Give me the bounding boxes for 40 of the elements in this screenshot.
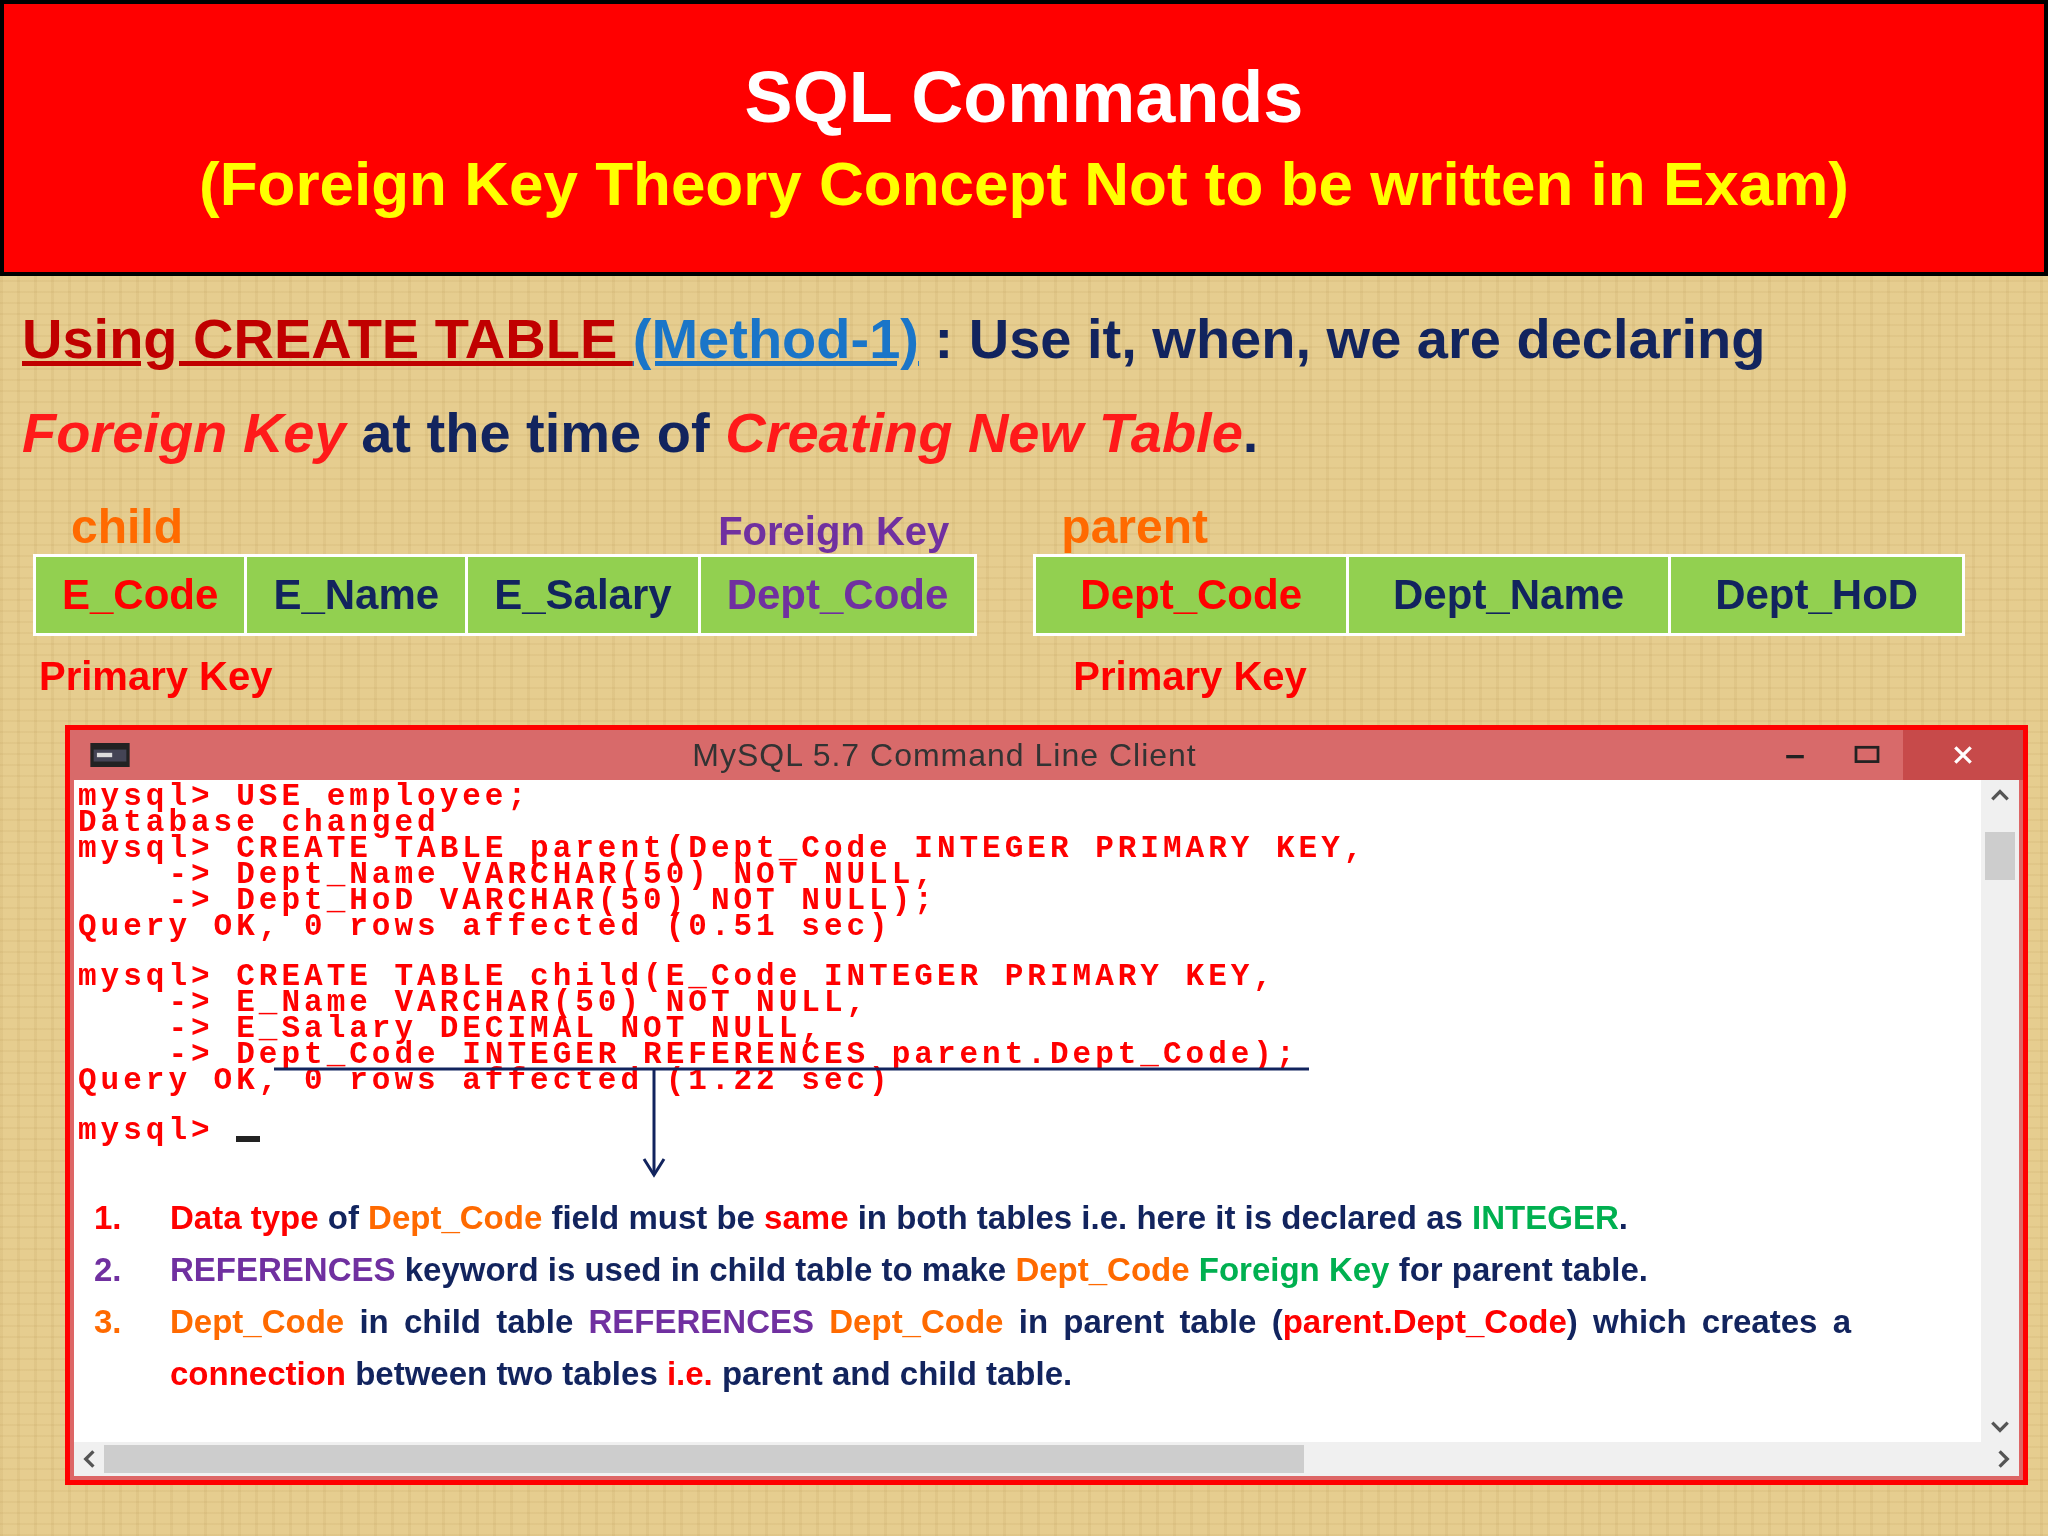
scroll-left-icon[interactable] <box>82 1448 96 1470</box>
table-cell: Dept_Code <box>1036 557 1347 633</box>
note-number: 1. <box>94 1198 123 1238</box>
foreign-key-label: Foreign Key <box>718 509 950 554</box>
note-text: Data type of Dept_Code field must be same in both tables i.e. here it is declared as INTEGER. <box>170 1198 1628 1238</box>
note-number: 3. <box>94 1302 123 1342</box>
table-label: child <box>71 499 183 554</box>
close-icon[interactable] <box>1952 744 1974 766</box>
window-title: MySQL 5.7 Command Line Client <box>691 736 1198 774</box>
table-label: parent <box>1061 499 1209 554</box>
maximize-icon[interactable] <box>1853 744 1881 766</box>
primary-key-label: Primary Key <box>38 653 274 699</box>
intro-sentence: Using CREATE TABLE (Method-1) : Use it, when, we are declaring <box>22 306 1767 372</box>
scroll-right-icon[interactable] <box>1997 1448 2011 1470</box>
console-line: mysql> <box>78 1118 214 1144</box>
slide-title: SQL Commands <box>744 58 1304 138</box>
console-line: mysql> CREATE TABLE child(E_Code INTEGER PRIMARY KEY, <box>78 964 1277 990</box>
slide-subtitle: (Foreign Key Theory Concept Not to be written in Exam) <box>199 149 1849 218</box>
table-cell: E_Code <box>36 557 245 633</box>
console-line: -> Dept_Name VARCHAR(50) NOT NULL, <box>168 862 938 888</box>
note-number: 2. <box>94 1250 123 1290</box>
note-text: REFERENCES keyword is used in child table to make Dept_Code Foreign Key for parent table. <box>170 1250 1648 1290</box>
scroll-up-icon[interactable] <box>1989 788 2011 802</box>
note-text: Dept_Code in child table REFERENCES Dept_Code in parent table (parent.Dept_Code) which creates a connection between two tables i.e. parent and child table. <box>170 1302 1851 1394</box>
table-cell: Dept_HoD <box>1671 557 1963 633</box>
scroll-thumb[interactable] <box>104 1445 1304 1473</box>
console-icon <box>90 743 130 767</box>
vertical-scrollbar[interactable] <box>1981 780 2019 1442</box>
intro-sentence: Foreign Key at the time of Creating New Table. <box>22 400 1260 466</box>
console-line: -> E_Salary DECIMAL NOT NULL, <box>167 1016 824 1042</box>
table-cell: Dept_Code <box>700 557 975 633</box>
scroll-down-icon[interactable] <box>1989 1420 2011 1434</box>
scroll-thumb[interactable] <box>1985 832 2015 880</box>
close-button[interactable] <box>1903 730 2023 780</box>
table-cell: E_Salary <box>468 557 698 633</box>
table-cell: Dept_Name <box>1349 557 1669 633</box>
horizontal-scrollbar[interactable] <box>74 1442 2019 1476</box>
primary-key-label: Primary Key <box>1072 653 1308 699</box>
cursor-icon <box>235 1136 260 1142</box>
table-cell: E_Name <box>247 557 466 633</box>
